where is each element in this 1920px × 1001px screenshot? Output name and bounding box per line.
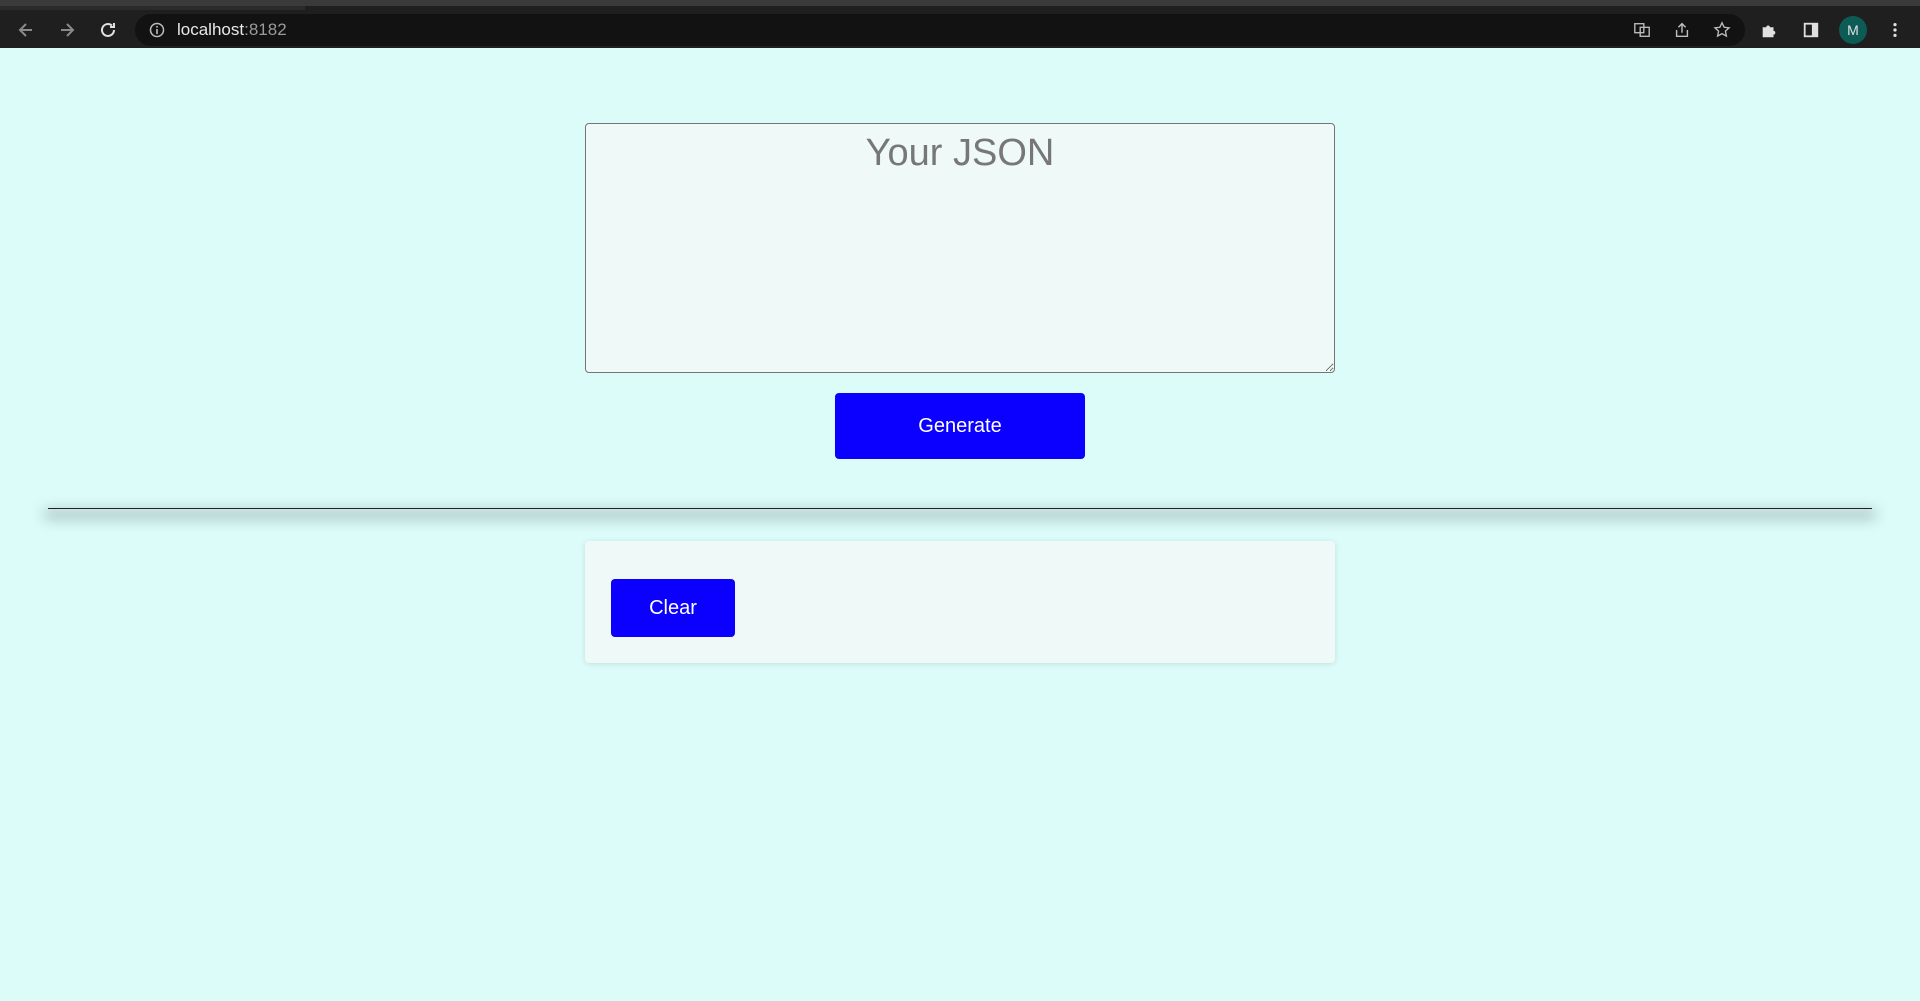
more-menu-icon[interactable] (1881, 16, 1909, 44)
url-host: localhost (177, 20, 245, 39)
share-icon[interactable] (1669, 19, 1695, 41)
forward-arrow-icon[interactable] (53, 16, 81, 44)
back-arrow-icon[interactable] (12, 16, 40, 44)
tab-strip (0, 6, 305, 10)
translate-icon[interactable] (1629, 19, 1655, 41)
url-port: :8182 (244, 20, 287, 39)
site-info-icon[interactable] (149, 22, 165, 38)
generate-button[interactable]: Generate (835, 393, 1085, 459)
side-panel-icon[interactable] (1797, 16, 1825, 44)
extensions-puzzle-icon[interactable] (1755, 16, 1783, 44)
browser-toolbar: localhost:8182 M (0, 0, 1920, 48)
profile-avatar[interactable]: M (1839, 16, 1867, 44)
output-panel: Clear (585, 541, 1335, 663)
address-bar[interactable]: localhost:8182 (135, 14, 1745, 46)
clear-button[interactable]: Clear (611, 579, 735, 637)
json-input-textarea[interactable] (585, 123, 1335, 373)
bookmark-star-icon[interactable] (1709, 19, 1735, 41)
reload-icon[interactable] (94, 16, 122, 44)
section-divider (48, 508, 1872, 509)
